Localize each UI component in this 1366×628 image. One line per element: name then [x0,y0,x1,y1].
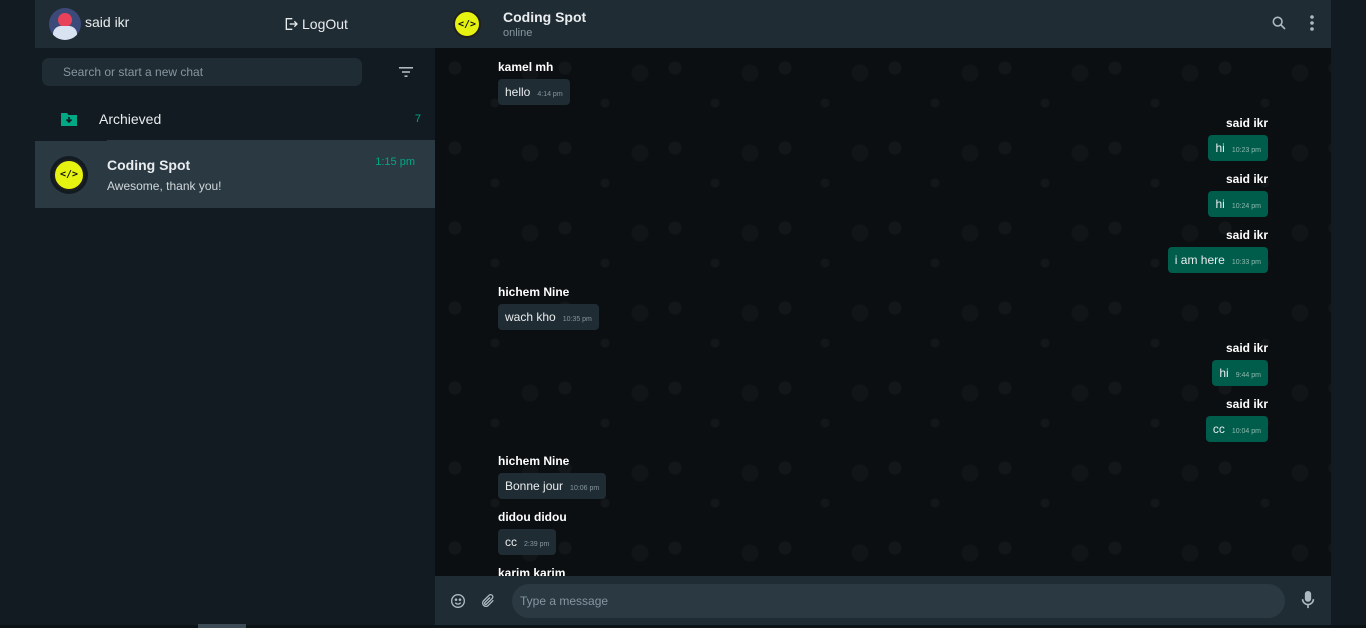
message-sender: kamel mh [498,60,554,74]
logout-label: LogOut [302,16,348,32]
archived-count: 7 [414,112,421,125]
chat-app: said ikr LogOut Archieved 7 </> Coding S… [35,0,1331,625]
message-bubble[interactable]: hello 4:14 pm [498,79,570,105]
message-time: 9:44 pm [1235,372,1261,379]
message-text: hello [505,85,531,99]
message-text: Bonne jour [505,479,564,493]
user-name: said ikr [85,14,130,30]
avatar-body [53,26,77,40]
archived-label: Archieved [99,110,162,127]
message-text: wach kho [505,310,556,324]
logout-icon [285,18,298,30]
message-text: cc [1212,422,1225,436]
message-text: i am here [1174,253,1225,267]
message-bubble[interactable]: i am here 10:33 pm [1167,247,1268,273]
chat-title: Coding Spot [107,156,191,173]
message-bubble[interactable]: Bonne jour 10:06 pm [498,473,607,499]
conversation-title: Coding Spot [503,9,587,25]
search-icon[interactable] [1271,15,1287,31]
sidebar-header: said ikr LogOut [35,0,435,48]
message-time: 4:14 pm [537,91,563,98]
message-bubble[interactable]: cc 10:04 pm [1205,416,1268,442]
mic-icon[interactable] [1301,591,1315,609]
message-bubble[interactable]: hi 9:44 pm [1212,360,1268,386]
archive-icon [61,112,77,126]
message-sender: said ikr [1225,341,1268,355]
message-time: 10:35 pm [562,316,592,323]
message-text: hi [1219,366,1229,380]
message-bubble[interactable]: cc 2:39 pm [498,529,557,555]
message-input-box[interactable] [512,583,1285,618]
message-time: 10:06 pm [570,485,600,492]
message-bubble[interactable]: hi 10:23 pm [1208,135,1268,161]
archived-row[interactable]: Archieved 7 [35,96,435,141]
conversation-header: </> Coding Spot online [435,0,1331,48]
divider [107,140,435,141]
user-avatar[interactable] [49,8,81,40]
message-time: 10:23 pm [1231,147,1261,154]
chat-text: Coding Spot Awesome, thank you! [107,157,222,193]
message-text: hi [1215,197,1225,211]
emoji-button[interactable] [450,593,466,609]
chat-preview: Awesome, thank you! [107,178,222,193]
message-sender: didou didou [498,510,567,524]
message-time: 10:04 pm [1231,428,1261,435]
message: karim karim [498,566,565,576]
logout-button[interactable]: LogOut [283,16,348,32]
header-actions [1271,15,1315,31]
message-input[interactable] [520,593,1220,608]
message-sender: hichem Nine [498,285,570,299]
emoji-icon [451,593,465,608]
message-text: cc [505,535,517,549]
message: said ikr hi 10:24 pm [1208,172,1268,217]
message-bubble[interactable]: wach kho 10:35 pm [498,304,599,330]
chat-avatar: </> [53,158,85,191]
message: didou didou cc 2:39 pm [498,510,567,555]
message: said ikr i am here 10:33 pm [1167,228,1268,273]
conversation-avatar[interactable]: </> [453,10,481,38]
message: said ikr hi 9:44 pm [1212,341,1268,386]
sidebar: said ikr LogOut Archieved 7 </> Coding S… [35,0,435,625]
message-time: 2:39 pm [524,541,550,548]
avatar-head [58,13,72,27]
message: kamel mh hello 4:14 pm [498,60,570,105]
message-sender: karim karim [498,566,566,576]
conversation-info[interactable]: Coding Spot online [503,9,586,39]
message-list[interactable]: kamel mh hello 4:14 pm said ikr hi 10:23 p… [435,48,1331,576]
composer-bar [435,576,1331,625]
code-icon: </> [59,169,79,180]
search-row [35,48,435,96]
horizontal-scrollbar[interactable] [198,624,246,628]
message: hichem Nine Bonne jour 10:06 pm [498,454,607,499]
attach-icon [482,593,494,607]
message-sender: said ikr [1225,397,1268,411]
attach-button[interactable] [480,593,496,609]
code-icon: </> [457,18,477,30]
search-box[interactable] [42,58,362,86]
message-sender: said ikr [1225,172,1268,186]
message-time: 10:33 pm [1231,259,1261,266]
message-bubble[interactable]: hi 10:24 pm [1208,191,1268,217]
message-time: 10:24 pm [1231,203,1261,210]
filter-icon[interactable] [399,66,413,78]
conversation-status: online [503,27,533,39]
message-sender: said ikr [1225,116,1268,130]
message: hichem Nine wach kho 10:35 pm [498,285,599,330]
chat-time: 1:15 pm [375,156,415,168]
message-text: hi [1215,141,1225,155]
message-sender: said ikr [1225,228,1268,242]
conversation-panel: </> Coding Spot online kamel mh hello 4:1… [435,0,1331,625]
search-input[interactable] [63,65,343,79]
chat-list-item[interactable]: </> Coding Spot Awesome, thank you! 1:15… [35,140,435,208]
message-sender: hichem Nine [498,454,570,468]
message: said ikr cc 10:04 pm [1205,397,1268,442]
message: said ikr hi 10:23 pm [1208,116,1268,161]
more-vertical-icon[interactable] [1309,15,1315,31]
